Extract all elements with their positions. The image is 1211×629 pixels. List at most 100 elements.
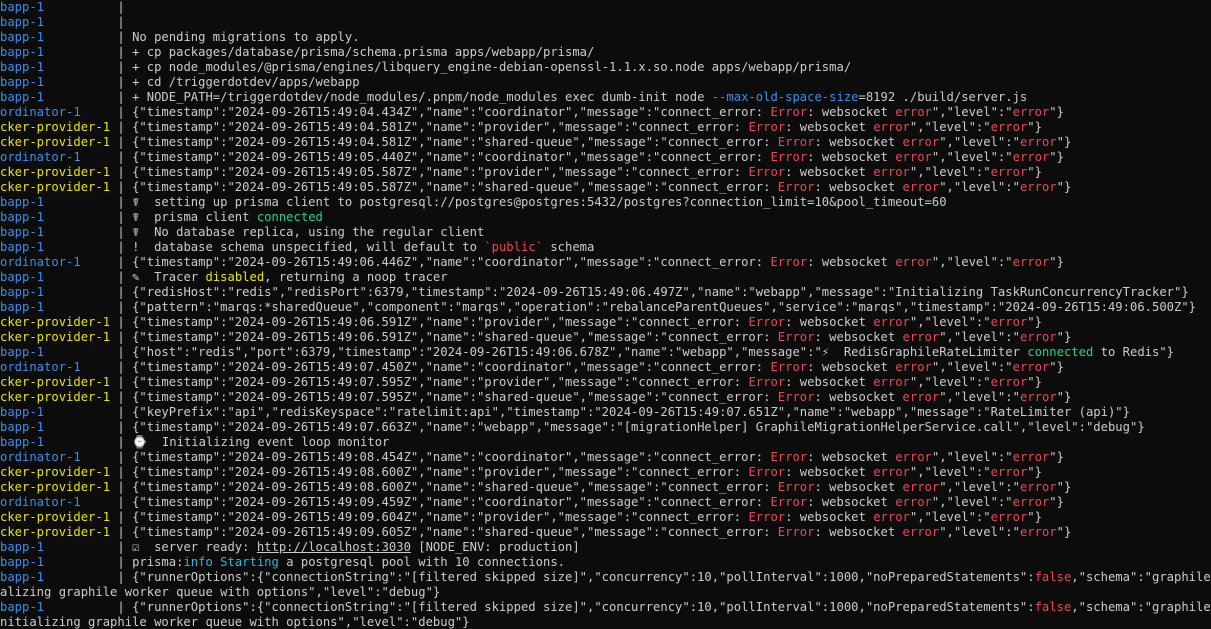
service-name-prefix: cker-provider-1 <box>0 390 118 404</box>
log-text: ","level":" <box>931 450 1013 464</box>
log-text: | {"timestamp":"2024-09-26T15:49:08.600Z… <box>117 480 778 494</box>
log-text: : websocket <box>814 525 903 539</box>
log-text: error <box>873 465 910 479</box>
log-text: | {"runnerOptions":{"connectionString":"… <box>117 570 1035 584</box>
terminal-line: bapp-1 | ! database schema unspecified, … <box>0 240 1211 255</box>
log-text: false <box>1034 600 1072 614</box>
service-name-prefix: bapp-1 <box>0 600 118 614</box>
log-text: error <box>990 120 1028 134</box>
log-text: connected <box>256 210 323 224</box>
log-text: | ✎ Tracer <box>117 270 206 284</box>
terminal-line: bapp-1 | {"runnerOptions":{"connectionSt… <box>0 570 1211 585</box>
terminal-line: ordinator-1 | {"timestamp":"2024-09-26T1… <box>0 450 1211 465</box>
log-text: Starting <box>220 555 279 569</box>
log-text: "} <box>1049 360 1064 374</box>
log-text: "} <box>1027 165 1042 179</box>
log-text: Error <box>748 315 786 329</box>
service-name-prefix: ordinator-1 <box>0 360 118 374</box>
log-text: ","level":" <box>909 510 991 524</box>
service-name-prefix: ordinator-1 <box>0 105 118 119</box>
terminal-line: cker-provider-1 | {"timestamp":"2024-09-… <box>0 120 1211 135</box>
service-name-prefix: bapp-1 <box>0 30 118 44</box>
log-text: [NODE_ENV: production] <box>410 540 580 554</box>
log-text: | {"timestamp":"2024-09-26T15:49:06.591Z… <box>117 330 778 344</box>
terminal-line: bapp-1 | ✎ Tracer disabled, returning a … <box>0 270 1211 285</box>
log-text: error <box>990 315 1028 329</box>
log-text: error <box>873 375 910 389</box>
log-text: | ☤ setting up prisma client to postgres… <box>117 195 947 209</box>
service-name-prefix: bapp-1 <box>0 420 118 434</box>
terminal-line: bapp-1 | + cp packages/database/prisma/s… <box>0 45 1211 60</box>
terminal-line: ordinator-1 | {"timestamp":"2024-09-26T1… <box>0 255 1211 270</box>
terminal-line: bapp-1 | {"host":"redis","port":6379,"ti… <box>0 345 1211 360</box>
log-text: error <box>1019 525 1057 539</box>
log-text: Error <box>777 135 815 149</box>
log-text: a postgresql pool with 10 connections. <box>278 555 566 569</box>
log-text: error <box>895 150 932 164</box>
log-text: ","level":" <box>939 135 1020 149</box>
log-text: ","level":" <box>931 150 1013 164</box>
log-text: error <box>873 510 910 524</box>
log-text: --max-old-space-size <box>711 90 859 104</box>
log-text: error <box>1019 330 1057 344</box>
log-text: error <box>895 495 932 509</box>
log-text: : websocket <box>807 255 896 269</box>
server-url-link[interactable]: http://localhost:3030 <box>257 540 411 554</box>
log-text: | {"pattern":"marqs:*sharedQueue","compo… <box>117 300 1197 314</box>
log-text: "} <box>1049 255 1064 269</box>
service-name-prefix: cker-provider-1 <box>0 480 118 494</box>
service-name-prefix: cker-provider-1 <box>0 465 118 479</box>
terminal-line: bapp-1 | ☤ setting up prisma client to p… <box>0 195 1211 210</box>
service-name-prefix: cker-provider-1 <box>0 120 118 134</box>
log-text: error <box>902 330 940 344</box>
log-text: : websocket <box>807 150 896 164</box>
log-text: "} <box>1027 315 1042 329</box>
log-text: | {"timestamp":"2024-09-26T15:49:05.440Z… <box>117 150 771 164</box>
log-text: "} <box>1027 465 1042 479</box>
log-text: error <box>902 390 940 404</box>
terminal-line: bapp-1 | ☤ No database replica, using th… <box>0 225 1211 240</box>
log-text: ","level":" <box>939 525 1020 539</box>
log-text: ","level":" <box>931 105 1013 119</box>
log-text: disabled <box>205 270 265 284</box>
log-text: ","level":" <box>909 315 991 329</box>
log-text: error <box>990 510 1028 524</box>
log-text: Error <box>770 495 808 509</box>
terminal-line: bapp-1 | <box>0 0 1211 15</box>
log-text: , returning a noop tracer <box>264 270 448 284</box>
service-name-prefix: bapp-1 <box>0 225 118 239</box>
terminal-line: bapp-1 | + cp node_modules/@prisma/engin… <box>0 60 1211 75</box>
log-text: : websocket <box>814 135 903 149</box>
log-text: "} <box>1049 150 1064 164</box>
log-text: ","level":" <box>909 375 991 389</box>
log-text: | {"timestamp":"2024-09-26T15:49:06.591Z… <box>117 315 749 329</box>
log-text: | {"timestamp":"2024-09-26T15:49:07.450Z… <box>117 360 771 374</box>
log-text: connected <box>1027 345 1094 359</box>
terminal-line: cker-provider-1 | {"timestamp":"2024-09-… <box>0 165 1211 180</box>
terminal-line: bapp-1 | No pending migrations to apply. <box>0 30 1211 45</box>
log-text: | {"host":"redis","port":6379,"timestamp… <box>117 345 1028 359</box>
terminal-output[interactable]: bapp-1 | bapp-1 | bapp-1 | No pending migr… <box>0 0 1211 629</box>
log-text: | {"timestamp":"2024-09-26T15:49:04.434Z… <box>117 105 771 119</box>
service-name-prefix: bapp-1 <box>0 435 118 449</box>
log-text: error <box>1012 360 1050 374</box>
log-text: | + NODE_PATH=/triggerdotdev/node_module… <box>117 90 712 104</box>
terminal-line: ordinator-1 | {"timestamp":"2024-09-26T1… <box>0 150 1211 165</box>
log-text: Error <box>777 525 815 539</box>
log-text: : websocket <box>807 105 896 119</box>
log-text: : websocket <box>807 450 896 464</box>
log-text: ","level":" <box>931 360 1013 374</box>
log-text: "} <box>1056 525 1072 539</box>
service-name-prefix: ordinator-1 <box>0 255 118 269</box>
service-name-prefix: cker-provider-1 <box>0 375 118 389</box>
log-text: error <box>902 180 940 194</box>
log-text: Error <box>748 510 786 524</box>
log-text: Error <box>770 360 808 374</box>
log-text: Error <box>770 150 808 164</box>
log-text: "} <box>1049 450 1064 464</box>
log-text: ,"schema":"graphile_worker"} <box>1071 600 1211 614</box>
service-name-prefix: cker-provider-1 <box>0 180 118 194</box>
service-name-prefix: bapp-1 <box>0 345 118 359</box>
log-text: Error <box>777 390 815 404</box>
service-name-prefix: bapp-1 <box>0 570 118 584</box>
